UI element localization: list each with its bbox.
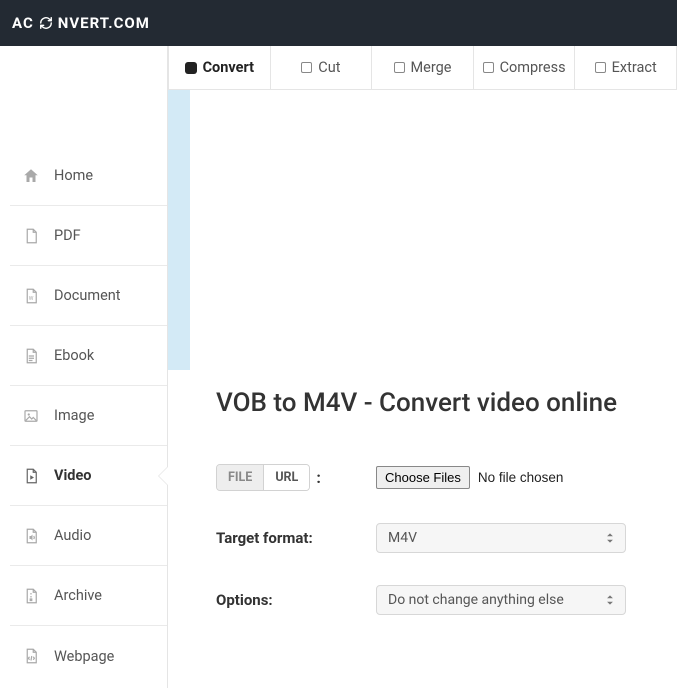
checkbox-icon bbox=[483, 62, 494, 73]
main: Convert Cut Merge Compress Extract bbox=[168, 46, 677, 688]
select-value: Do not change anything else bbox=[388, 592, 564, 608]
row-source: FILE URL : Choose Files No file chosen bbox=[216, 464, 647, 491]
sidebar-item-audio[interactable]: Audio bbox=[10, 506, 167, 566]
row-target-format: Target format: M4V bbox=[216, 523, 647, 553]
tab-label: Cut bbox=[318, 59, 340, 76]
archive-icon bbox=[22, 587, 40, 605]
sidebar-item-label: Archive bbox=[54, 587, 102, 604]
tab-label: Compress bbox=[500, 59, 566, 76]
tab-label: Merge bbox=[411, 59, 452, 76]
sidebar-item-label: Document bbox=[54, 287, 121, 304]
checkbox-icon bbox=[185, 62, 197, 74]
checkbox-icon bbox=[394, 62, 405, 73]
source-file-tab[interactable]: FILE bbox=[217, 465, 263, 490]
tabs: Convert Cut Merge Compress Extract bbox=[168, 46, 677, 90]
chevron-updown-icon bbox=[603, 531, 617, 545]
sidebar-item-document[interactable]: W Document bbox=[10, 266, 167, 326]
tab-compress[interactable]: Compress bbox=[474, 46, 576, 89]
ad-placeholder bbox=[168, 90, 190, 370]
tab-extract[interactable]: Extract bbox=[575, 46, 677, 89]
sidebar-item-pdf[interactable]: PDF bbox=[10, 206, 167, 266]
sidebar-item-home[interactable]: Home bbox=[10, 146, 167, 206]
chevron-updown-icon bbox=[603, 593, 617, 607]
checkbox-icon bbox=[595, 62, 606, 73]
document-icon: W bbox=[22, 287, 40, 305]
colon: : bbox=[316, 468, 321, 487]
sidebar-item-label: Video bbox=[54, 467, 92, 484]
video-icon bbox=[22, 467, 40, 485]
brand-logo[interactable]: AC NVERT.COM bbox=[12, 14, 150, 32]
source-toggle: FILE URL bbox=[216, 464, 310, 491]
sidebar-item-label: Ebook bbox=[54, 347, 94, 364]
topbar: AC NVERT.COM bbox=[0, 0, 677, 46]
webpage-icon bbox=[22, 647, 40, 665]
brand-right: NVERT.COM bbox=[58, 14, 150, 32]
sidebar-item-webpage[interactable]: Webpage bbox=[10, 626, 167, 686]
sidebar-item-label: Audio bbox=[54, 527, 91, 544]
audio-icon bbox=[22, 527, 40, 545]
sidebar-item-image[interactable]: Image bbox=[10, 386, 167, 446]
sidebar-item-label: PDF bbox=[54, 227, 81, 244]
home-icon bbox=[22, 167, 40, 185]
tab-label: Extract bbox=[612, 59, 657, 76]
options-label: Options: bbox=[216, 591, 273, 609]
sidebar: Home PDF W Document Ebook Image bbox=[0, 46, 168, 688]
svg-text:W: W bbox=[29, 295, 34, 301]
pdf-icon bbox=[22, 227, 40, 245]
source-url-tab[interactable]: URL bbox=[263, 465, 309, 490]
target-format-select[interactable]: M4V bbox=[376, 523, 626, 553]
content: VOB to M4V - Convert video online FILE U… bbox=[168, 370, 677, 647]
ad-strip bbox=[168, 90, 677, 370]
tab-merge[interactable]: Merge bbox=[372, 46, 474, 89]
brand-left: AC bbox=[12, 14, 34, 32]
page-title: VOB to M4V - Convert video online bbox=[216, 388, 647, 418]
no-file-chosen-label: No file chosen bbox=[478, 470, 564, 485]
sidebar-item-label: Image bbox=[54, 407, 94, 424]
refresh-icon bbox=[39, 16, 53, 30]
sidebar-item-label: Home bbox=[54, 167, 93, 184]
ebook-icon bbox=[22, 347, 40, 365]
target-format-label: Target format: bbox=[216, 529, 313, 547]
tab-label: Convert bbox=[203, 59, 254, 76]
sidebar-item-archive[interactable]: Archive bbox=[10, 566, 167, 626]
tab-cut[interactable]: Cut bbox=[271, 46, 373, 89]
choose-files-button[interactable]: Choose Files bbox=[376, 466, 470, 489]
ad-blank bbox=[190, 90, 677, 370]
tab-convert[interactable]: Convert bbox=[168, 46, 271, 89]
options-select[interactable]: Do not change anything else bbox=[376, 585, 626, 615]
checkbox-icon bbox=[301, 62, 312, 73]
sidebar-item-ebook[interactable]: Ebook bbox=[10, 326, 167, 386]
sidebar-item-label: Webpage bbox=[54, 648, 114, 665]
select-value: M4V bbox=[388, 530, 417, 546]
sidebar-item-video[interactable]: Video bbox=[10, 446, 167, 506]
image-icon bbox=[22, 407, 40, 425]
row-options: Options: Do not change anything else bbox=[216, 585, 647, 615]
